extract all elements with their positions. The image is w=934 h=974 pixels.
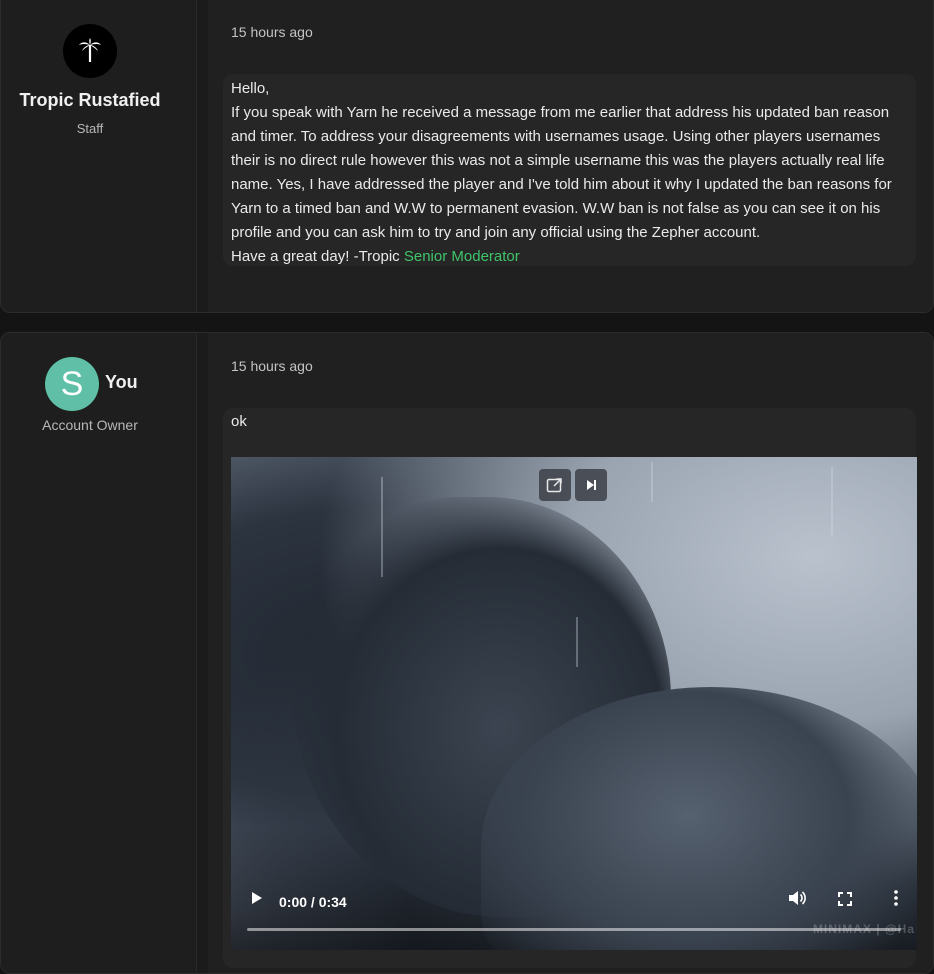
picture-in-picture-button[interactable] — [539, 469, 571, 501]
post-content: 15 hours ago ok MINI — [209, 333, 933, 973]
message-signoff: Have a great day! -Tropic Senior Moderat… — [231, 245, 906, 269]
volume-icon — [789, 891, 806, 905]
author-role: Account Owner — [42, 417, 138, 433]
message-text: Hello, If you speak with Yarn he receive… — [231, 77, 906, 269]
post-card: Tropic Rustafied Staff 15 hours ago Hell… — [0, 0, 934, 313]
video-frame-rain — [576, 617, 578, 667]
author-name[interactable]: Tropic Rustafied — [1, 90, 179, 111]
video-progress-bar[interactable] — [247, 928, 901, 931]
signoff-role: Senior Moderator — [403, 248, 520, 265]
message-text: ok — [231, 413, 247, 430]
more-options-icon — [894, 890, 898, 906]
video-frame-rain — [831, 467, 833, 537]
video-player[interactable]: MINIMAX | @Ha 0:00 / 0:34 — [231, 457, 917, 950]
post-author-panel: S You Account Owner — [1, 333, 197, 973]
avatar[interactable]: S — [45, 357, 99, 411]
message-body: If you speak with Yarn he received a mes… — [231, 104, 892, 241]
play-icon — [252, 892, 262, 904]
fullscreen-button[interactable] — [837, 891, 853, 912]
play-button[interactable] — [247, 889, 265, 912]
skip-next-icon — [587, 480, 596, 490]
message-bubble: Hello, If you speak with Yarn he receive… — [223, 74, 916, 266]
post-author-panel: Tropic Rustafied Staff — [1, 0, 197, 312]
palm-tree-icon — [79, 38, 101, 62]
message-greeting: Hello, — [231, 80, 270, 97]
avatar[interactable] — [63, 24, 117, 78]
post-timestamp: 15 hours ago — [231, 24, 313, 40]
divider — [197, 333, 208, 973]
signoff-text: Have a great day! -Tropic — [231, 248, 404, 265]
video-frame-rain — [651, 462, 653, 502]
picture-in-picture-icon — [546, 478, 562, 493]
video-controls: 0:00 / 0:34 — [231, 880, 917, 950]
post-card: S You Account Owner 15 hours ago ok 0:00… — [0, 332, 934, 974]
video-frame-rain — [381, 477, 383, 577]
more-options-button[interactable] — [893, 889, 899, 912]
divider — [197, 0, 208, 312]
post-timestamp: 15 hours ago — [231, 358, 313, 374]
author-name[interactable]: You — [105, 372, 138, 393]
author-role: Staff — [76, 121, 104, 136]
skip-next-button[interactable] — [575, 469, 607, 501]
volume-button[interactable] — [787, 889, 807, 912]
video-time: 0:00 / 0:34 — [279, 894, 347, 910]
fullscreen-icon — [838, 892, 852, 906]
post-content: 15 hours ago Hello, If you speak with Ya… — [209, 0, 933, 312]
